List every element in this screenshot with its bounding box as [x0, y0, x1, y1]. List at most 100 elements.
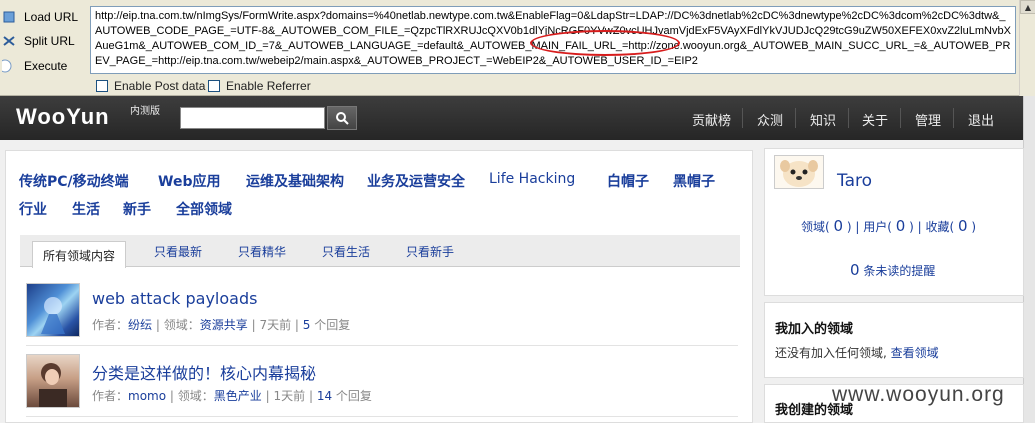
search-button[interactable]	[327, 106, 357, 130]
stat-domains[interactable]: 领域( 0 )	[801, 217, 852, 235]
load-url-label: Load URL	[24, 10, 79, 24]
scroll-up-icon[interactable]: ▲	[1020, 0, 1035, 14]
category-whitehat[interactable]: 白帽子	[607, 171, 649, 191]
divider	[26, 416, 738, 417]
view-domains-link[interactable]: 查看领域	[891, 346, 939, 360]
post-domain[interactable]: 黑色产业	[214, 389, 262, 403]
split-url-label: Split URL	[24, 34, 75, 48]
unread-count: 0	[850, 261, 860, 279]
nav-contributors[interactable]: 贡献榜	[692, 110, 731, 129]
meta-sep: |	[294, 318, 303, 332]
post-author[interactable]: 纷纭	[128, 318, 152, 332]
reply-label: 个回复	[335, 389, 372, 403]
page-scrollbar[interactable]	[1023, 96, 1035, 423]
category-business[interactable]: 业务及运营安全	[367, 171, 465, 191]
site-header: WooYun 内测版 贡献榜 众测 知识 关于 管理 退出	[0, 96, 1035, 140]
reply-count[interactable]: 5	[303, 318, 311, 332]
reply-count[interactable]: 14	[317, 389, 332, 403]
search-input[interactable]	[180, 107, 325, 129]
category-life-hacking[interactable]: Life Hacking	[489, 171, 575, 187]
stat-users-label: 用户(	[863, 220, 892, 234]
divider	[26, 345, 738, 346]
post-domain[interactable]: 资源共享	[200, 318, 248, 332]
split-url-icon	[2, 34, 16, 48]
tab-latest[interactable]: 只看最新	[154, 243, 202, 260]
stat-favorites[interactable]: 收藏( 0 )	[925, 217, 977, 235]
logo-subtitle: 内测版	[130, 106, 160, 117]
stat-favorites-count: 0	[958, 217, 968, 235]
post-thumbnail[interactable]	[26, 354, 80, 408]
execute-icon	[0, 59, 16, 73]
stat-users[interactable]: 用户( 0 )	[863, 217, 914, 235]
post-thumbnail[interactable]	[26, 283, 80, 337]
nav-manage[interactable]: 管理	[915, 110, 941, 129]
tab-newbie[interactable]: 只看新手	[406, 243, 454, 260]
load-url-button[interactable]: Load URL	[0, 6, 78, 28]
username[interactable]: Taro	[837, 171, 872, 191]
unread-notifications[interactable]: 0 条未读的提醒	[850, 261, 935, 279]
category-pc-mobile[interactable]: 传统PC/移动终端	[19, 171, 129, 191]
hackbar-toolbar: Load URL Split URL Execute http://eip.tn…	[0, 0, 1035, 96]
reply-label: 个回复	[314, 318, 351, 332]
main-content: 传统PC/移动终端 Web应用 运维及基础架构 业务及运营安全 Life Hac…	[5, 150, 753, 423]
load-url-icon	[2, 10, 16, 24]
post-time: 7天前	[259, 318, 292, 332]
checkbox-box[interactable]	[96, 80, 108, 92]
content-tabs: 所有领域内容 只看最新 只看精华 只看生活 只看新手	[20, 235, 740, 268]
tab-life[interactable]: 只看生活	[322, 243, 370, 260]
split-url-button[interactable]: Split URL	[0, 30, 75, 52]
list-item: web attack payloads 作者：纷纭 | 领域：资源共享 | 7天…	[26, 283, 738, 339]
category-blackhat[interactable]: 黑帽子	[673, 171, 715, 191]
domain-label: 领域：	[163, 318, 200, 332]
post-meta: 作者：momo | 领域：黑色产业 | 1天前 | 14 个回复	[92, 387, 372, 404]
stat-sep: |	[917, 220, 926, 234]
nav-about[interactable]: 关于	[862, 110, 888, 129]
nav-divider	[953, 108, 954, 128]
nav-crowdtest[interactable]: 众测	[757, 110, 783, 129]
checkbox-box[interactable]	[208, 80, 220, 92]
stat-paren: )	[971, 220, 977, 234]
execute-label: Execute	[24, 59, 68, 73]
execute-button[interactable]: Execute	[0, 55, 67, 77]
post-title[interactable]: web attack payloads	[92, 289, 257, 308]
category-web[interactable]: Web应用	[158, 171, 220, 191]
category-industry[interactable]: 行业	[19, 199, 47, 219]
post-time: 1天前	[273, 389, 306, 403]
user-panel: Taro 领域( 0 ) | 用户( 0 ) | 收藏( 0 ) 0 条未读的提…	[764, 148, 1024, 296]
site-logo[interactable]: WooYun	[16, 104, 110, 130]
category-all[interactable]: 全部领域	[176, 199, 232, 219]
watermark: www.wooyun.org	[832, 383, 1005, 406]
url-scrollbar[interactable]: ▲	[1019, 0, 1035, 96]
stat-domains-count: 0	[833, 217, 844, 235]
stat-paren: )	[909, 220, 914, 234]
category-life[interactable]: 生活	[72, 199, 100, 219]
search-icon	[336, 112, 349, 125]
enable-post-checkbox[interactable]: Enable Post data	[96, 79, 205, 93]
category-newbie[interactable]: 新手	[123, 199, 151, 219]
tab-all-content[interactable]: 所有领域内容	[32, 241, 127, 268]
nav-divider	[900, 108, 901, 128]
enable-post-label: Enable Post data	[114, 79, 206, 93]
enable-referrer-checkbox[interactable]: Enable Referrer	[208, 79, 311, 93]
category-infra[interactable]: 运维及基础架构	[246, 171, 344, 191]
nav-logout[interactable]: 退出	[968, 110, 994, 129]
nav-divider	[742, 108, 743, 128]
post-author[interactable]: momo	[128, 389, 166, 403]
tab-featured[interactable]: 只看精华	[238, 243, 286, 260]
unread-label: 条未读的提醒	[863, 264, 936, 278]
meta-sep: |	[308, 389, 317, 403]
post-title[interactable]: 分类是这样做的！核心内幕揭秘	[92, 360, 316, 384]
joined-domains-text: 还没有加入任何领域, 查看领域	[775, 344, 939, 361]
nav-knowledge[interactable]: 知识	[810, 110, 836, 129]
nav-divider	[848, 108, 849, 128]
domain-label: 领域：	[177, 389, 214, 403]
stat-favorites-label: 收藏(	[925, 220, 955, 234]
enable-referrer-label: Enable Referrer	[226, 79, 311, 93]
avatar[interactable]	[774, 155, 824, 189]
meta-sep: |	[155, 318, 164, 332]
post-meta: 作者：纷纭 | 领域：资源共享 | 7天前 | 5 个回复	[92, 316, 350, 333]
nav-divider	[795, 108, 796, 128]
joined-domains-title: 我加入的领域	[775, 322, 854, 337]
joined-empty-text: 还没有加入任何领域,	[775, 346, 887, 360]
joined-domains-panel: 我加入的领域 还没有加入任何领域, 查看领域	[764, 302, 1024, 378]
